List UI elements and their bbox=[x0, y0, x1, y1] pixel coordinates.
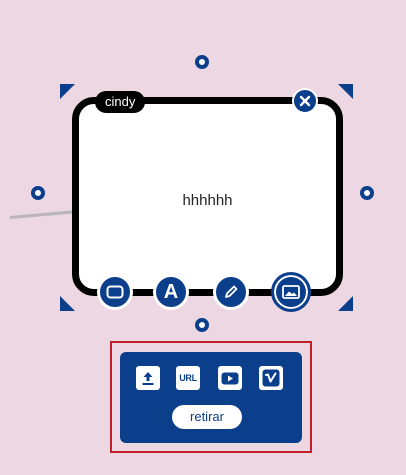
remove-button[interactable]: retirar bbox=[172, 405, 242, 429]
text-tool-button[interactable]: A bbox=[153, 274, 189, 310]
rectangle-icon bbox=[106, 285, 124, 299]
youtube-icon bbox=[221, 372, 239, 384]
connector-line[interactable] bbox=[9, 210, 76, 219]
resize-corner-bottom-left[interactable] bbox=[60, 296, 75, 311]
canvas[interactable]: hhhhhh cindy A URL retirar bbox=[0, 0, 406, 475]
close-icon bbox=[299, 95, 311, 107]
pencil-icon bbox=[225, 285, 238, 298]
node-text[interactable]: hhhhhh bbox=[79, 192, 336, 209]
url-label: URL bbox=[179, 373, 197, 383]
resize-corner-top-right[interactable] bbox=[338, 84, 353, 99]
connect-handle-right[interactable] bbox=[360, 186, 374, 200]
mindmap-node[interactable]: hhhhhh bbox=[72, 97, 343, 296]
vimeo-icon bbox=[262, 369, 280, 387]
delete-node-button[interactable] bbox=[292, 88, 318, 114]
draw-tool-button[interactable] bbox=[213, 274, 249, 310]
media-popup: URL retirar bbox=[120, 352, 302, 443]
resize-corner-top-left[interactable] bbox=[60, 84, 75, 99]
image-tool-button[interactable] bbox=[271, 272, 311, 312]
letter-a-icon: A bbox=[163, 281, 179, 303]
vimeo-button[interactable] bbox=[259, 366, 283, 390]
author-tag: cindy bbox=[95, 91, 146, 113]
connect-handle-top[interactable] bbox=[195, 55, 209, 69]
upload-icon bbox=[142, 372, 154, 385]
upload-button[interactable] bbox=[136, 366, 160, 390]
connect-handle-left[interactable] bbox=[31, 186, 45, 200]
resize-corner-bottom-right[interactable] bbox=[338, 296, 353, 311]
image-icon bbox=[282, 285, 300, 299]
youtube-button[interactable] bbox=[218, 366, 242, 390]
shape-tool-button[interactable] bbox=[97, 274, 133, 310]
connect-handle-bottom[interactable] bbox=[195, 318, 209, 332]
url-button[interactable]: URL bbox=[176, 366, 200, 390]
